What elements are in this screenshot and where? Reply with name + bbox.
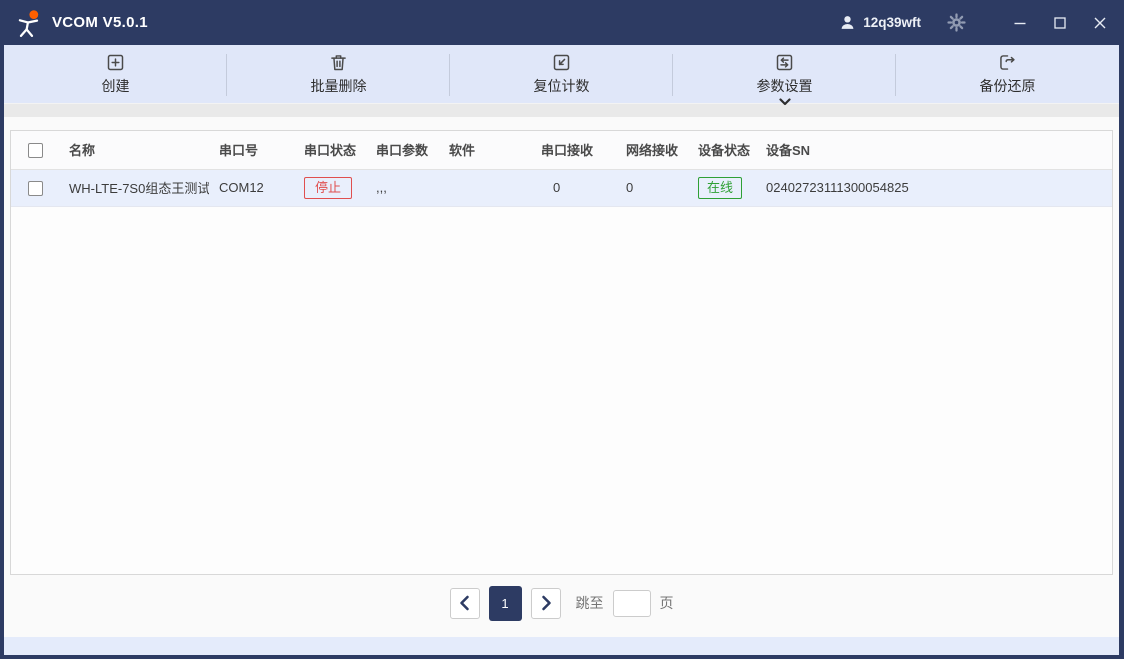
tool-label: 批量删除 <box>311 76 367 96</box>
divider-strip <box>4 103 1119 117</box>
pagination: 1 跳至 页 <box>4 583 1119 623</box>
maximize-icon <box>1053 16 1067 30</box>
tool-label: 创建 <box>102 76 130 96</box>
trash-icon <box>328 52 349 73</box>
toolbar: 创建 批量删除 <box>4 45 1119 103</box>
reset-count-button[interactable]: 复位计数 <box>450 45 673 103</box>
parameter-settings-button[interactable]: 参数设置 <box>673 45 896 103</box>
minimize-button[interactable] <box>1000 8 1040 38</box>
main-content: 名称 串口号 串口状态 串口参数 软件 串口接收 网络接收 设备状态 设备SN <box>4 117 1119 637</box>
page-suffix-label: 页 <box>660 593 674 613</box>
parameter-settings-icon <box>774 52 795 73</box>
page-jump-input[interactable] <box>613 590 651 617</box>
app-title: VCOM V5.0.1 <box>52 14 148 31</box>
close-button[interactable] <box>1080 8 1120 38</box>
gear-icon <box>947 13 966 32</box>
prev-page-button[interactable] <box>450 588 480 619</box>
column-header-name: 名称 <box>59 131 209 169</box>
cell-network-rx: 0 <box>616 169 688 206</box>
tool-label: 备份还原 <box>980 76 1036 96</box>
cell-serial-port: COM12 <box>209 169 294 206</box>
column-header-device-sn: 设备SN <box>756 131 1112 169</box>
select-all-checkbox[interactable] <box>28 143 43 158</box>
tool-label: 参数设置 <box>757 76 813 96</box>
status-strip <box>4 637 1119 655</box>
batch-delete-button[interactable]: 批量删除 <box>227 45 450 103</box>
user-account[interactable]: 12q39wft <box>839 14 921 31</box>
username: 12q39wft <box>863 15 921 30</box>
app-body: 创建 批量删除 <box>4 45 1119 655</box>
device-status-badge: 在线 <box>698 177 742 199</box>
column-header-serial-rx: 串口接收 <box>531 131 616 169</box>
minimize-icon <box>1013 16 1027 30</box>
column-header-serial-port: 串口号 <box>209 131 294 169</box>
chevron-left-icon <box>458 595 472 611</box>
cell-software <box>439 169 531 206</box>
titlebar: VCOM V5.0.1 12q39wft <box>0 0 1124 45</box>
settings-button[interactable] <box>947 13 966 32</box>
column-header-serial-status: 串口状态 <box>294 131 366 169</box>
close-icon <box>1093 16 1107 30</box>
chevron-right-icon <box>539 595 553 611</box>
row-checkbox[interactable] <box>28 181 43 196</box>
table-row[interactable]: WH-LTE-7S0组态王测试 COM12 停止 ,,, 0 0 在线 0240… <box>11 169 1112 206</box>
user-icon <box>839 14 856 31</box>
current-page-button[interactable]: 1 <box>489 586 522 621</box>
column-header-device-status: 设备状态 <box>688 131 756 169</box>
device-table: 名称 串口号 串口状态 串口参数 软件 串口接收 网络接收 设备状态 设备SN <box>10 130 1113 575</box>
table-header-row: 名称 串口号 串口状态 串口参数 软件 串口接收 网络接收 设备状态 设备SN <box>11 131 1112 169</box>
cell-name: WH-LTE-7S0组态王测试 <box>59 169 209 206</box>
maximize-button[interactable] <box>1040 8 1080 38</box>
cell-serial-params: ,,, <box>366 169 439 206</box>
cell-device-sn: 02402723111300054825 <box>756 169 1112 206</box>
next-page-button[interactable] <box>531 588 561 619</box>
serial-status-badge: 停止 <box>304 177 352 199</box>
app-window: VCOM V5.0.1 12q39wft <box>0 0 1124 659</box>
tool-label: 复位计数 <box>534 76 590 96</box>
create-button[interactable]: 创建 <box>4 45 227 103</box>
column-header-software: 软件 <box>439 131 531 169</box>
jump-to-label: 跳至 <box>576 593 604 613</box>
column-header-network-rx: 网络接收 <box>616 131 688 169</box>
backup-restore-icon <box>997 52 1018 73</box>
column-header-serial-params: 串口参数 <box>366 131 439 169</box>
reset-count-icon <box>551 52 572 73</box>
usr-logo-icon <box>14 8 44 38</box>
cell-serial-rx: 0 <box>531 169 616 206</box>
add-square-icon <box>105 52 126 73</box>
chevron-down-icon[interactable] <box>779 98 791 106</box>
backup-restore-button[interactable]: 备份还原 <box>896 45 1119 103</box>
